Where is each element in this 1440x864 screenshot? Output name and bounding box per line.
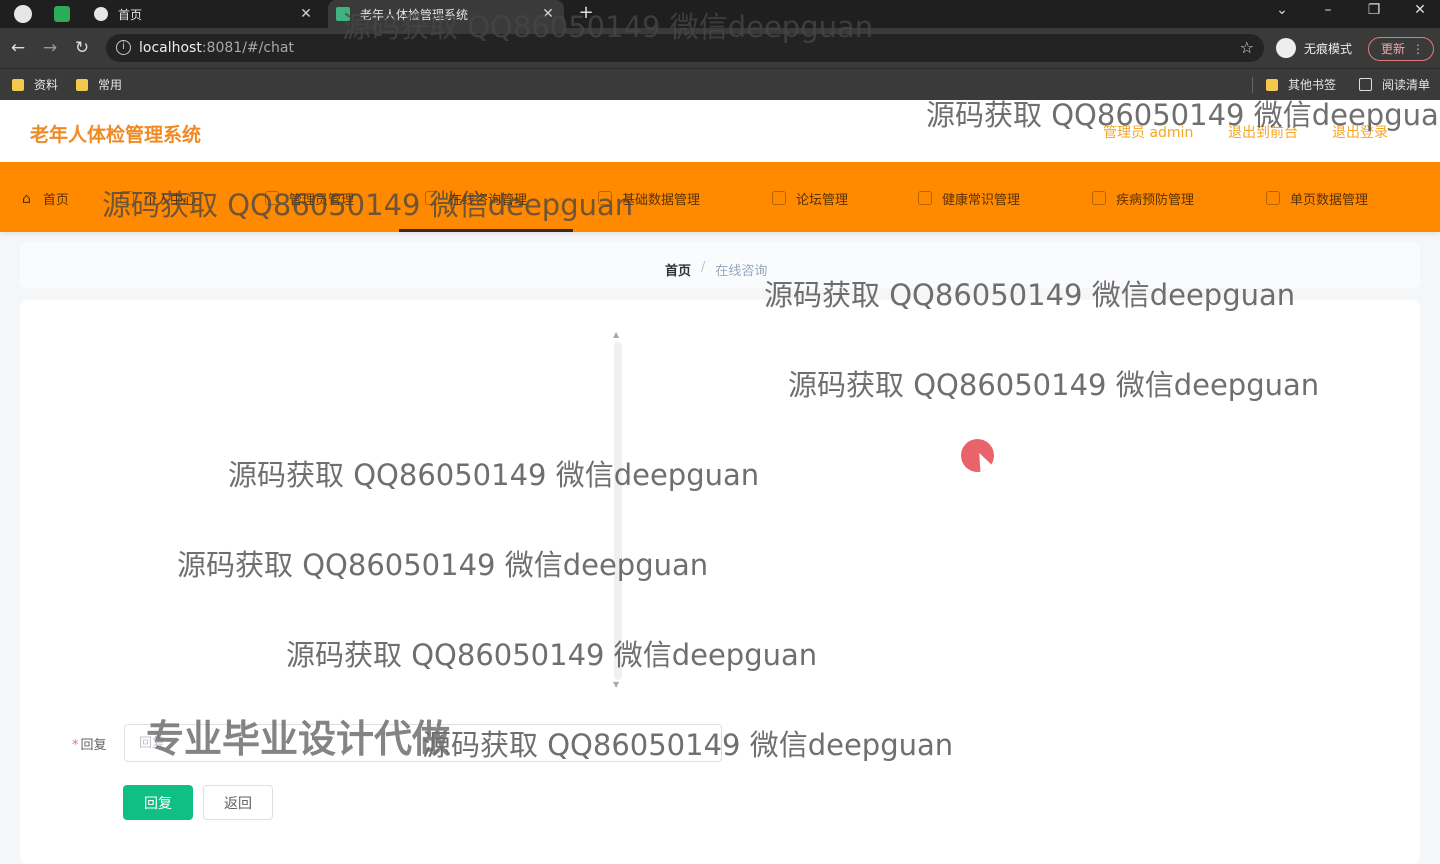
active-nav-indicator [399,229,573,232]
home-icon: ⌂ [22,191,31,207]
nav-item-profile[interactable]: 个人中心 [120,188,196,208]
reload-icon[interactable]: ↻ [71,37,93,59]
minimize-button[interactable]: – [1316,2,1340,18]
nav-item-forum[interactable]: 论坛管理 [772,188,848,208]
browser-tab-system[interactable]: 老年人体检管理系统 ✕ [328,0,564,28]
back-to-front-link[interactable]: 退出到前台 [1228,122,1298,142]
nav-item-home[interactable]: ⌂ 首页 [22,188,69,208]
nav-item-single-page[interactable]: 单页数据管理 [1266,188,1368,208]
forward-arrow-icon[interactable]: → [39,37,61,59]
prevention-icon [1092,191,1106,205]
scroll-up-arrow-icon[interactable]: ▲ [613,330,619,339]
app-header: 老年人体检管理系统 管理员 admin 退出到前台 退出登录 [0,100,1440,162]
url-field[interactable]: i localhost:8081/#/chat ☆ [106,34,1264,62]
url-text: localhost:8081/#/chat [139,40,294,56]
page-icon [1266,191,1280,205]
health-icon [918,191,932,205]
logout-link[interactable]: 退出登录 [1332,122,1388,142]
current-user: 管理员 admin [1103,125,1194,141]
restore-button[interactable]: ❐ [1362,2,1386,18]
update-button[interactable]: 更新 ⋮ [1368,37,1434,61]
back-button[interactable]: 返回 [203,785,273,820]
chat-icon [425,191,439,205]
app-title: 老年人体检管理系统 [30,124,202,146]
admin-icon [265,191,279,205]
bookmarks-divider [1252,77,1253,93]
bookmark-folder-ziliao[interactable]: 资料 [12,76,58,93]
reply-input[interactable] [124,724,722,762]
main-nav: ⌂ 首页 个人中心 管理员管理 在线咨询管理 基础数据管理 论坛管理 健康常识管… [0,162,1440,232]
scroll-down-arrow-icon[interactable]: ▼ [613,680,619,689]
folder-icon [76,78,88,91]
window-close-button[interactable]: ✕ [1408,2,1432,18]
reply-button[interactable]: 回复 [123,785,193,820]
bookmark-folder-changyong[interactable]: 常用 [76,76,122,93]
vue-icon [336,7,350,21]
nav-item-consult[interactable]: 在线咨询管理 [425,188,527,208]
tab-search-icon[interactable]: ⌄ [1270,2,1294,18]
incognito-icon [1276,38,1296,58]
folder-icon [1266,78,1278,91]
app-shortcut-icon[interactable] [54,6,70,22]
breadcrumb-current: 在线咨询 [715,264,768,279]
site-info-icon[interactable]: i [116,40,131,55]
scroll-track[interactable] [614,342,622,680]
nav-item-admin[interactable]: 管理员管理 [265,188,354,208]
nav-item-prevention[interactable]: 疾病预防管理 [1092,188,1194,208]
tab-close-icon[interactable]: ✕ [298,6,314,22]
reply-label: * 回复 [72,738,107,753]
more-menu-icon[interactable]: ⋮ [1412,38,1424,60]
folder-icon [12,78,24,91]
chat-scrollbar[interactable]: ▲ ▼ [610,328,626,694]
data-icon [598,191,612,205]
reading-list-icon [1359,78,1372,91]
chat-card [20,300,1420,864]
incognito-indicator[interactable]: 无痕模式 [1276,38,1352,58]
tab-close-icon[interactable]: ✕ [540,6,556,22]
back-arrow-icon[interactable]: ← [7,37,29,59]
breadcrumb: 首页 / 在线咨询 [665,260,767,279]
reading-list[interactable]: 阅读清单 [1359,76,1430,93]
new-tab-button[interactable]: + [574,2,598,23]
breadcrumb-home[interactable]: 首页 [665,260,691,279]
globe-icon [94,7,108,21]
nav-item-health[interactable]: 健康常识管理 [918,188,1020,208]
browser-tab-home[interactable]: 首页 ✕ [86,0,322,28]
browser-tab-bar: 首页 ✕ 老年人体检管理系统 ✕ + ⌄ – ❐ ✕ [0,0,1440,28]
address-bar-row: ← → ↻ i localhost:8081/#/chat ☆ [0,28,1440,68]
breadcrumb-separator: / [701,260,706,275]
other-bookmarks[interactable]: 其他书签 [1266,76,1336,93]
nav-item-basic-data[interactable]: 基础数据管理 [598,188,700,208]
forum-icon [772,191,786,205]
browser-profile-icon[interactable] [14,5,32,23]
required-mark: * [72,738,79,753]
user-icon [120,191,134,205]
bookmark-star-icon[interactable]: ☆ [1240,38,1254,57]
bookmarks-bar: 资料 常用 其他书签 阅读清单 [0,68,1440,100]
